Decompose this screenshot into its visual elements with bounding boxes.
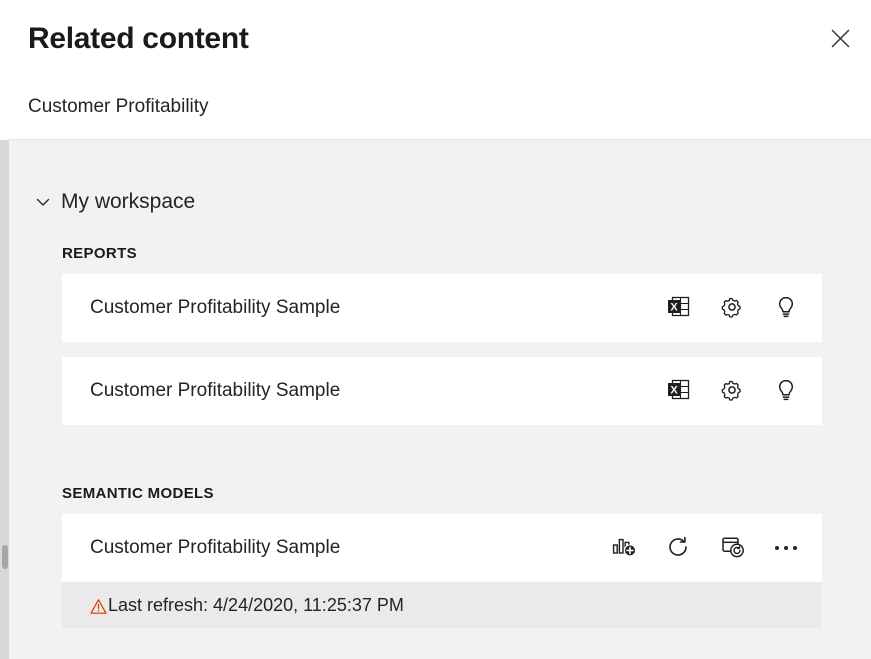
list-item[interactable]: Customer Profitability Sample X <box>62 274 822 342</box>
insights-button[interactable] <box>770 375 802 407</box>
row-actions: X <box>662 292 802 324</box>
page-title: Related content <box>28 22 249 56</box>
last-refresh-status: Last refresh: 4/24/2020, 11:25:37 PM <box>90 595 404 616</box>
chevron-down-icon <box>34 193 52 211</box>
more-options-icon <box>775 546 797 550</box>
warning-icon <box>90 598 107 615</box>
svg-text:X: X <box>670 301 678 313</box>
lightbulb-icon <box>774 295 798 322</box>
row-actions <box>608 532 802 564</box>
section-heading-reports: REPORTS <box>62 245 137 262</box>
gear-icon <box>720 378 744 405</box>
create-report-icon <box>612 534 637 562</box>
analyze-in-excel-button[interactable]: X <box>662 375 694 407</box>
gear-icon <box>720 295 744 322</box>
refresh-icon <box>666 535 690 562</box>
section-heading-semantic-models: SEMANTIC MODELS <box>62 485 214 502</box>
status-badge: Last refresh: 4/24/2020, 11:25:37 PM <box>62 582 822 628</box>
list-item[interactable]: Customer Profitability Sample <box>62 514 822 582</box>
settings-button[interactable] <box>716 292 748 324</box>
svg-text:X: X <box>670 384 678 396</box>
row-actions: X <box>662 375 802 407</box>
schedule-refresh-button[interactable] <box>716 532 748 564</box>
related-content-panel: Related content Customer Profitability M… <box>9 0 871 659</box>
panel-body: My workspace REPORTS Customer Profitabil… <box>9 140 871 659</box>
semantic-model-name: Customer Profitability Sample <box>90 537 340 559</box>
report-name: Customer Profitability Sample <box>90 297 340 319</box>
last-refresh-text: Last refresh: 4/24/2020, 11:25:37 PM <box>108 595 404 616</box>
settings-button[interactable] <box>716 375 748 407</box>
more-options-button[interactable] <box>770 532 802 564</box>
workspace-name: My workspace <box>61 190 195 214</box>
create-report-button[interactable] <box>608 532 640 564</box>
list-item[interactable]: Customer Profitability Sample X <box>62 357 822 425</box>
excel-icon: X <box>666 294 691 322</box>
panel-subtitle: Customer Profitability <box>28 96 209 118</box>
analyze-in-excel-button[interactable]: X <box>662 292 694 324</box>
insights-button[interactable] <box>770 292 802 324</box>
panel-header: Related content Customer Profitability <box>9 0 871 140</box>
underlying-page-background-lower <box>0 140 9 659</box>
refresh-now-button[interactable] <box>662 532 694 564</box>
close-button[interactable] <box>822 22 858 58</box>
page-scrollbar-thumb[interactable] <box>2 545 8 569</box>
close-icon <box>830 28 851 52</box>
schedule-refresh-icon <box>720 534 745 562</box>
workspace-expander[interactable]: My workspace <box>34 190 195 214</box>
lightbulb-icon <box>774 378 798 405</box>
excel-icon: X <box>666 377 691 405</box>
report-name: Customer Profitability Sample <box>90 380 340 402</box>
